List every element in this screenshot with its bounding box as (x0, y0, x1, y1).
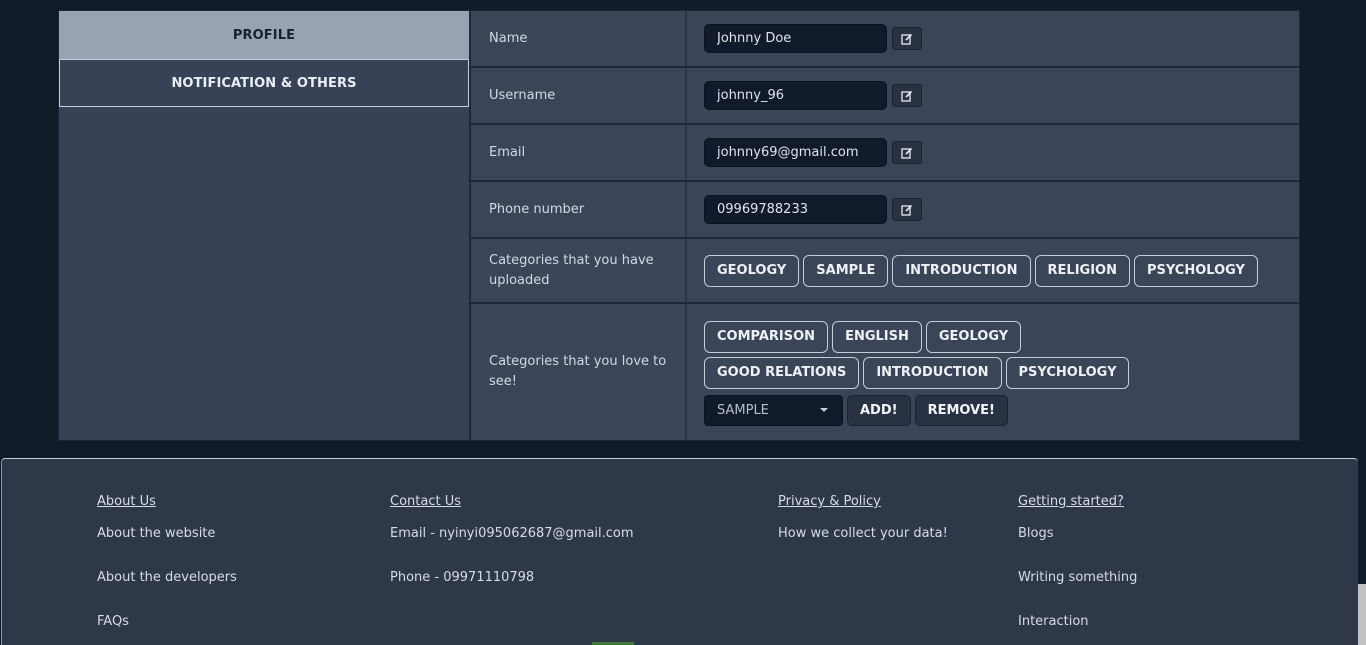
footer-about: About Us About the website About the dev… (97, 494, 237, 634)
remove-category-button[interactable]: REMOVE! (914, 394, 1008, 426)
uploaded-categories-label: Categories that you have uploaded (471, 239, 687, 302)
name-input[interactable] (704, 24, 887, 53)
data-collection-link[interactable]: How we collect your data! (778, 526, 948, 546)
category-chip[interactable]: INTRODUCTION (863, 356, 1002, 389)
loved-categories-label: Categories that you love to see! (471, 304, 687, 440)
phone-label: Phone number (471, 182, 687, 237)
chevron-down-icon (820, 408, 828, 412)
email-input[interactable] (704, 138, 887, 167)
category-chip[interactable]: PSYCHOLOGY (1133, 254, 1258, 287)
loved-categories-row: Categories that you love to see! COMPARI… (471, 304, 1299, 440)
edit-icon (901, 33, 913, 45)
edit-icon (901, 90, 913, 102)
settings-panel: PROFILE NOTIFICATION & OTHERS Name Usern… (58, 10, 1300, 441)
category-chip[interactable]: INTRODUCTION (892, 254, 1031, 287)
name-row: Name (471, 11, 1299, 68)
category-chip[interactable]: COMPARISON (704, 320, 829, 353)
profile-form: Name Username Email (471, 11, 1299, 440)
privacy-policy-link[interactable]: Privacy & Policy (778, 494, 948, 514)
page-scrollbar[interactable] (1358, 584, 1366, 645)
about-us-link[interactable]: About Us (97, 494, 237, 514)
interaction-link[interactable]: Interaction (1018, 614, 1137, 634)
username-input[interactable] (704, 81, 887, 110)
footer-getting-started: Getting started? Blogs Writing something… (1018, 494, 1137, 634)
username-row: Username (471, 68, 1299, 125)
about-developers-link[interactable]: About the developers (97, 570, 237, 590)
tab-notification-others[interactable]: NOTIFICATION & OTHERS (59, 59, 469, 107)
category-chip[interactable]: SAMPLE (803, 254, 889, 287)
email-row: Email (471, 125, 1299, 182)
contact-email: Email - nyinyi095062687@gmail.com (390, 526, 634, 541)
phone-row: Phone number (471, 182, 1299, 239)
edit-icon (901, 204, 913, 216)
edit-email-button[interactable] (892, 141, 922, 164)
category-select[interactable]: SAMPLE (704, 394, 843, 426)
uploaded-categories-row: Categories that you have uploaded GEOLOG… (471, 239, 1299, 304)
add-category-button[interactable]: ADD! (847, 394, 911, 426)
tab-profile[interactable]: PROFILE (59, 11, 469, 59)
contact-us-link[interactable]: Contact Us (390, 494, 634, 514)
category-chip[interactable]: GEOLOGY (704, 254, 800, 287)
category-chip[interactable]: GOOD RELATIONS (704, 356, 860, 389)
category-chip[interactable]: GEOLOGY (925, 320, 1022, 353)
edit-icon (901, 147, 913, 159)
site-footer: About Us About the website About the dev… (1, 458, 1358, 645)
about-website-link[interactable]: About the website (97, 526, 237, 546)
uploaded-chip-list: GEOLOGY SAMPLE INTRODUCTION RELIGION PSYCHOL… (704, 254, 1258, 287)
getting-started-link[interactable]: Getting started? (1018, 494, 1137, 514)
edit-name-button[interactable] (892, 27, 922, 50)
blogs-link[interactable]: Blogs (1018, 526, 1137, 546)
contact-phone: Phone - 09971110798 (390, 570, 535, 585)
settings-sidebar: PROFILE NOTIFICATION & OTHERS (59, 11, 471, 440)
loved-chip-list: COMPARISON ENGLISH GEOLOGY GOOD RELATIONS IN… (704, 320, 1164, 389)
category-chip[interactable]: RELIGION (1034, 254, 1130, 287)
footer-contact: Contact Us Email - nyinyi095062687@gmail… (390, 494, 634, 590)
name-label: Name (471, 11, 687, 66)
footer-privacy: Privacy & Policy How we collect your dat… (778, 494, 948, 546)
edit-username-button[interactable] (892, 84, 922, 107)
edit-phone-button[interactable] (892, 198, 922, 221)
category-chip[interactable]: ENGLISH (832, 320, 922, 353)
username-label: Username (471, 68, 687, 123)
email-label: Email (471, 125, 687, 180)
category-chip[interactable]: PSYCHOLOGY (1005, 356, 1130, 389)
phone-input[interactable] (704, 195, 887, 224)
faqs-link[interactable]: FAQs (97, 614, 237, 634)
category-select-value: SAMPLE (717, 402, 769, 418)
writing-link[interactable]: Writing something (1018, 570, 1137, 590)
